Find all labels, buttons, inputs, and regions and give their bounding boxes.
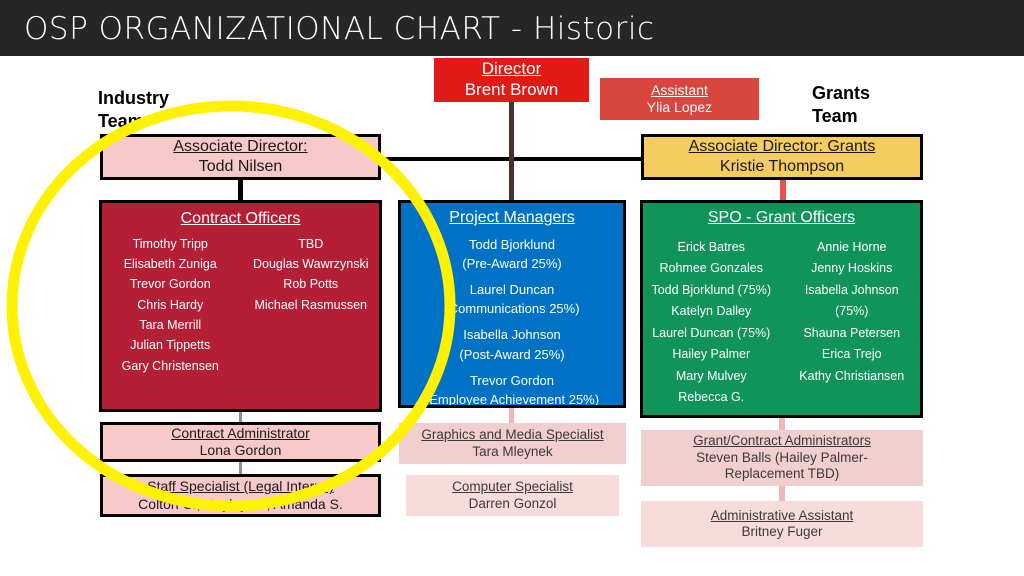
box-associate-director-grants[interactable]: Associate Director: Grants Kristie Thomp… bbox=[641, 134, 923, 180]
grant-contract-admins-line2: Replacement TBD) bbox=[724, 466, 840, 482]
list-item: Annie Horne bbox=[817, 239, 887, 254]
list-item: Katelyn Dalley bbox=[671, 304, 752, 319]
page-title: OSP ORGANIZATIONAL CHART - Historic bbox=[24, 11, 655, 47]
list-item: Laurel Duncan (75%) bbox=[652, 325, 771, 340]
list-item: Rebecca G. bbox=[678, 390, 745, 405]
grant-contract-admins-title: Grant/Contract Administrators bbox=[693, 433, 871, 449]
list-item: Isabella Johnson bbox=[804, 282, 899, 297]
connector-ca-to-ss bbox=[239, 461, 242, 474]
connector-director-stem bbox=[509, 100, 514, 159]
list-item: Douglas Wawrzynski bbox=[252, 256, 369, 271]
list-item: Timothy Tripp bbox=[132, 236, 208, 251]
box-contract-administrator[interactable]: Contract Administrator Lona Gordon bbox=[100, 422, 381, 462]
connector-spo-to-gca bbox=[779, 416, 785, 430]
grants-team-label: Grants Team bbox=[812, 83, 871, 126]
box-staff-specialist[interactable]: Staff Specialist (Legal Interns) Colton … bbox=[100, 474, 381, 517]
list-item: Rob Potts bbox=[283, 277, 339, 292]
spo-grant-officers-title: SPO - Grant Officers bbox=[707, 209, 856, 226]
connector-grants-ad-to-spo bbox=[780, 178, 786, 202]
box-assistant-name: Ylia Lopez bbox=[646, 99, 713, 115]
graphics-media-title: Graphics and Media Specialist bbox=[421, 427, 604, 443]
box-director-title: Director bbox=[481, 59, 542, 79]
box-project-managers[interactable]: Project Managers Todd Bjorklund (Pre-Awa… bbox=[398, 200, 626, 408]
computer-specialist-title: Computer Specialist bbox=[452, 479, 573, 495]
list-item: Todd Bjorklund (75%) bbox=[651, 282, 771, 297]
staff-specialist-title: Staff Specialist (Legal Interns) bbox=[147, 478, 334, 495]
list-item: (Post-Award 25%) bbox=[459, 346, 565, 362]
list-item: (Employee Achievement 25%) bbox=[424, 392, 600, 408]
box-assoc-industry-title: Associate Director: bbox=[173, 138, 308, 156]
connector-pm-to-graphics bbox=[509, 406, 514, 423]
project-managers-title: Project Managers bbox=[449, 209, 575, 226]
list-item: (Pre-Award 25%) bbox=[462, 255, 562, 271]
list-item: Chris Hardy bbox=[137, 297, 204, 312]
box-computer-specialist[interactable]: Computer Specialist Darren Gonzol bbox=[406, 475, 619, 516]
industry-team-label: Industry Team bbox=[98, 88, 170, 131]
spo-left-column: Erick Batres Rohmee Gonzales Todd Bjorkl… bbox=[643, 237, 780, 409]
list-item: Elisabeth Zuniga bbox=[123, 256, 217, 271]
list-item: Tara Merrill bbox=[139, 318, 202, 333]
list-item: Hailey Palmer bbox=[672, 347, 751, 362]
box-associate-director-industry[interactable]: Associate Director: Todd Nilsen bbox=[100, 134, 381, 180]
grant-contract-admins-line1: Steven Balls (Hailey Palmer- bbox=[696, 449, 868, 465]
box-assoc-industry-name: Todd Nilsen bbox=[198, 158, 283, 175]
list-item: Michael Rasmussen bbox=[254, 297, 368, 312]
spo-grant-officers-names: Erick Batres Rohmee Gonzales Todd Bjorkl… bbox=[643, 237, 920, 409]
contract-officers-left-column: Timothy Tripp Elisabeth Zuniga Trevor Go… bbox=[102, 234, 239, 377]
org-chart-canvas: Industry Team Grants Team Director Brent… bbox=[0, 56, 1024, 576]
computer-specialist-name: Darren Gonzol bbox=[468, 495, 557, 511]
contract-administrator-title: Contract Administrator bbox=[171, 424, 310, 441]
contract-administrator-name: Lona Gordon bbox=[199, 442, 282, 458]
box-director-name: Brent Brown bbox=[464, 80, 559, 99]
list-item: Shauna Petersen bbox=[803, 325, 901, 340]
box-graphics-media-specialist[interactable]: Graphics and Media Specialist Tara Mleyn… bbox=[399, 423, 626, 464]
list-item: Jenny Hoskins bbox=[811, 261, 893, 276]
contract-officers-right-column: TBD Douglas Wawrzynski Rob Potts Michael… bbox=[243, 234, 380, 377]
box-administrative-assistant[interactable]: Administrative Assistant Britney Fuger bbox=[641, 501, 923, 547]
project-managers-entries: Todd Bjorklund (Pre-Award 25%) Laurel Du… bbox=[424, 235, 600, 408]
list-item: Erick Batres bbox=[677, 239, 745, 254]
box-assistant-title: Assistant bbox=[651, 81, 708, 98]
list-item: Trevor Gordon bbox=[129, 277, 211, 292]
list-item: Mary Mulvey bbox=[675, 368, 747, 383]
spo-right-column: Annie Horne Jenny Hoskins Isabella Johns… bbox=[784, 237, 921, 409]
contract-officers-title: Contract Officers bbox=[180, 210, 301, 227]
list-item: Laurel Duncan bbox=[469, 281, 555, 297]
box-director[interactable]: Director Brent Brown bbox=[434, 58, 589, 102]
staff-specialist-names: Colton C., Hayley M., Amanda S. bbox=[138, 495, 343, 512]
list-item: (Communications 25%) bbox=[444, 301, 580, 317]
contract-officers-names: Timothy Tripp Elisabeth Zuniga Trevor Go… bbox=[102, 234, 379, 377]
list-item: (75%) bbox=[835, 304, 869, 319]
box-assistant[interactable]: Assistant Ylia Lopez bbox=[600, 78, 759, 120]
box-assoc-grants-name: Kristie Thompson bbox=[719, 158, 845, 175]
box-assoc-grants-title: Associate Director: Grants bbox=[688, 138, 876, 156]
administrative-assistant-name: Britney Fuger bbox=[741, 524, 823, 539]
connector-industry-ad-to-co bbox=[238, 178, 243, 202]
list-item: Rohmee Gonzales bbox=[659, 261, 764, 276]
administrative-assistant-title: Administrative Assistant bbox=[710, 507, 854, 523]
title-bar: OSP ORGANIZATIONAL CHART - Historic bbox=[0, 0, 1024, 56]
list-item: Kathy Christiansen bbox=[799, 368, 905, 383]
box-contract-officers[interactable]: Contract Officers Timothy Tripp Elisabet… bbox=[99, 200, 382, 412]
box-grant-contract-administrators[interactable]: Grant/Contract Administrators Steven Bal… bbox=[641, 430, 923, 486]
box-spo-grant-officers[interactable]: SPO - Grant Officers Erick Batres Rohmee… bbox=[640, 200, 923, 418]
list-item: Gary Christensen bbox=[121, 358, 219, 373]
list-item: Erica Trejo bbox=[821, 347, 882, 362]
list-item: TBD bbox=[298, 236, 324, 251]
graphics-media-name: Tara Mleynek bbox=[472, 443, 553, 459]
list-item: Trevor Gordon bbox=[469, 372, 555, 388]
list-item: Isabella Johnson bbox=[463, 327, 561, 343]
list-item: Julian Tippetts bbox=[130, 338, 211, 353]
list-item: Todd Bjorklund bbox=[469, 236, 555, 252]
connector-director-to-pm bbox=[509, 157, 514, 201]
